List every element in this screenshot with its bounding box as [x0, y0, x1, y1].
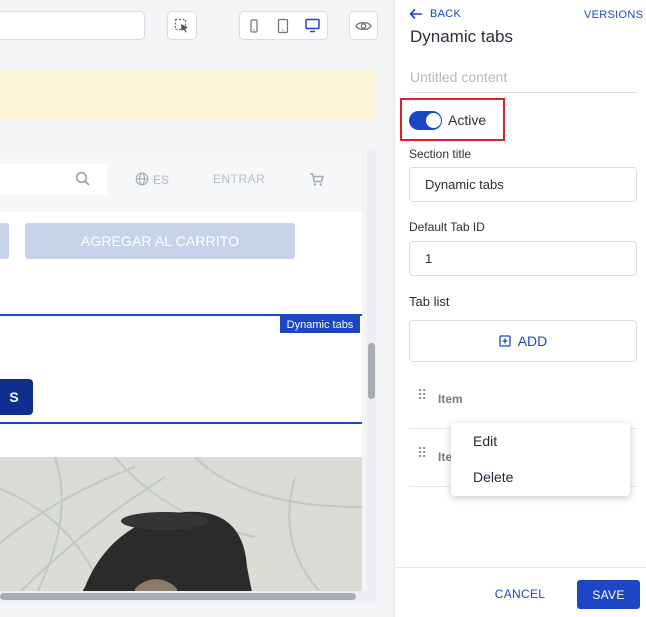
active-toggle-knob — [426, 113, 441, 128]
url-field[interactable] — [0, 11, 145, 40]
notice-banner — [0, 69, 376, 119]
secondary-product-button[interactable] — [0, 223, 9, 259]
tab-list-item[interactable]: ⠿ Item — [409, 383, 637, 415]
section-title-input[interactable]: Dynamic tabs — [409, 167, 637, 202]
edit-menu-item[interactable]: Edit — [473, 433, 497, 449]
tab-list-label: Tab list — [409, 294, 450, 309]
tab-item-label: Ite — [438, 450, 453, 464]
arrow-left-icon — [409, 8, 422, 20]
selected-component-outline-bottom — [0, 422, 362, 424]
mobile-icon — [250, 19, 258, 33]
preview-button[interactable] — [349, 11, 378, 40]
login-link[interactable]: ENTRAR — [213, 172, 265, 186]
add-label: ADD — [517, 333, 548, 349]
footer-divider — [395, 567, 646, 568]
versions-link[interactable]: VERSIONS — [584, 9, 643, 21]
tablet-icon — [277, 18, 289, 34]
desktop-icon — [305, 18, 320, 33]
drag-handle-icon[interactable]: ⠿ — [417, 446, 427, 460]
mobile-view-button[interactable] — [248, 18, 260, 34]
desktop-view-button[interactable] — [304, 17, 321, 34]
page-preview: ES ENTRAR AGREGAR AL CARRITO Dynamic tab… — [0, 0, 394, 617]
add-to-cart-button[interactable]: AGREGAR AL CARRITO — [25, 223, 295, 259]
cancel-button[interactable]: CANCEL — [485, 579, 555, 609]
language-selector[interactable]: ES — [153, 173, 169, 187]
item-context-menu: Edit Delete — [451, 423, 630, 496]
hat-photo-image — [0, 457, 362, 591]
active-label: Active — [448, 112, 487, 128]
search-icon — [75, 171, 90, 186]
plus-square-icon — [499, 335, 511, 347]
tab-button[interactable]: S — [0, 379, 33, 415]
globe-icon — [135, 172, 149, 186]
product-photo — [0, 457, 362, 591]
section-title-label: Section title — [409, 147, 472, 161]
add-tab-button[interactable]: ADD — [409, 320, 637, 362]
content-name-input[interactable]: Untitled content — [410, 69, 507, 85]
panel-title: Dynamic tabs — [410, 27, 513, 46]
default-tab-id-input[interactable]: 1 — [409, 241, 637, 276]
back-label: BACK — [430, 8, 462, 20]
delete-menu-item[interactable]: Delete — [473, 469, 513, 485]
cart-icon[interactable] — [309, 172, 325, 187]
back-link[interactable]: BACK — [409, 8, 461, 20]
horizontal-scroll-thumb[interactable] — [0, 593, 356, 600]
preview-canvas: ES ENTRAR AGREGAR AL CARRITO Dynamic tab… — [0, 151, 362, 591]
content-name-underline — [409, 92, 637, 93]
vertical-scroll-thumb[interactable] — [368, 343, 375, 399]
device-switcher — [239, 11, 328, 40]
default-tab-id-label: Default Tab ID — [409, 220, 485, 234]
select-element-button[interactable] — [167, 11, 197, 40]
tab-item-label: Item — [438, 392, 463, 406]
content-editor-panel: BACK VERSIONS Dynamic tabs Untitled cont… — [394, 0, 646, 617]
save-button[interactable]: SAVE — [577, 580, 640, 609]
drag-handle-icon[interactable]: ⠿ — [417, 388, 427, 402]
eye-icon — [355, 21, 372, 30]
store-header: ES ENTRAR — [0, 151, 362, 212]
component-name-tag: Dynamic tabs — [280, 316, 360, 333]
tablet-view-button[interactable] — [277, 18, 289, 34]
cursor-select-icon — [174, 18, 188, 33]
